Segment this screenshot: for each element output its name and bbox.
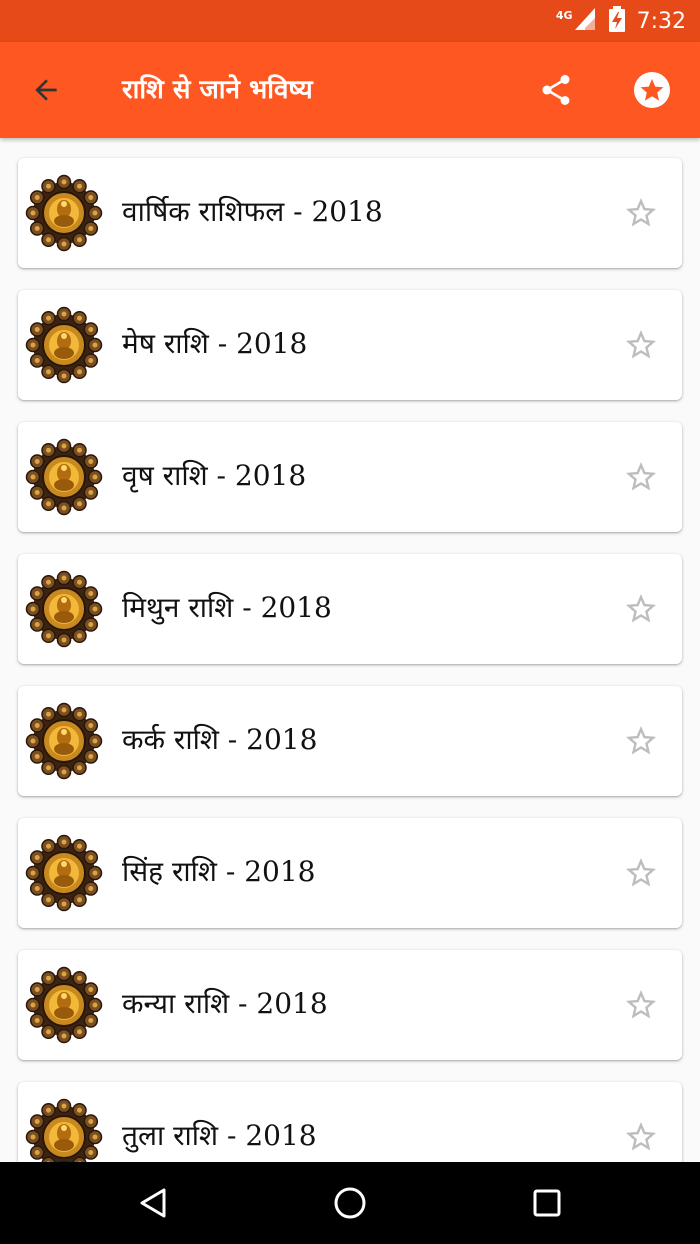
list-item-label: वार्षिक राशिफल - 2018	[122, 195, 383, 228]
share-icon[interactable]	[536, 70, 576, 110]
list-item[interactable]: मिथुन राशि - 2018	[18, 554, 682, 664]
zodiac-wheel-icon	[24, 437, 104, 517]
zodiac-wheel-icon	[24, 965, 104, 1045]
list-item-label: मेष राशि - 2018	[122, 327, 308, 360]
star-outline-icon[interactable]	[622, 1118, 660, 1156]
star-outline-icon[interactable]	[622, 458, 660, 496]
horoscope-list[interactable]: वार्षिक राशिफल - 2018 मेष राशि - 2018 वृ…	[0, 138, 700, 1162]
star-outline-icon[interactable]	[622, 590, 660, 628]
app-bar: राशि से जाने भविष्य	[0, 42, 700, 138]
star-outline-icon[interactable]	[622, 854, 660, 892]
zodiac-wheel-icon	[24, 173, 104, 253]
list-item-label: कन्या राशि - 2018	[122, 987, 328, 1020]
list-item[interactable]: सिंह राशि - 2018	[18, 818, 682, 928]
nav-recents-square-icon[interactable]	[527, 1183, 567, 1223]
arrow-back-icon[interactable]	[28, 72, 64, 108]
zodiac-wheel-icon	[24, 701, 104, 781]
clock: 7:32	[636, 8, 686, 34]
list-item[interactable]: कन्या राशि - 2018	[18, 950, 682, 1060]
zodiac-wheel-icon	[24, 569, 104, 649]
zodiac-wheel-icon	[24, 1097, 104, 1162]
list-item-label: कर्क राशि - 2018	[122, 723, 318, 756]
signal-icon	[574, 8, 595, 34]
system-nav-bar	[0, 1162, 700, 1244]
network-type: 4G	[555, 8, 573, 22]
list-item-label: सिंह राशि - 2018	[122, 855, 316, 888]
star-outline-icon[interactable]	[622, 986, 660, 1024]
list-item[interactable]: तुला राशि - 2018	[18, 1082, 682, 1162]
star-circle-icon[interactable]	[630, 68, 674, 112]
list-item-label: मिथुन राशि - 2018	[122, 591, 332, 624]
list-item[interactable]: वृष राशि - 2018	[18, 422, 682, 532]
battery-charging-icon	[608, 6, 625, 36]
star-outline-icon[interactable]	[622, 194, 660, 232]
list-item[interactable]: वार्षिक राशिफल - 2018	[18, 158, 682, 268]
nav-home-circle-icon[interactable]	[330, 1183, 370, 1223]
zodiac-wheel-icon	[24, 305, 104, 385]
zodiac-wheel-icon	[24, 833, 104, 913]
list-item-label: तुला राशि - 2018	[122, 1119, 317, 1152]
list-item[interactable]: कर्क राशि - 2018	[18, 686, 682, 796]
nav-back-triangle-icon[interactable]	[133, 1183, 173, 1223]
status-bar: 4G 7:32	[0, 0, 700, 42]
list-item[interactable]: मेष राशि - 2018	[18, 290, 682, 400]
list-item-label: वृष राशि - 2018	[122, 459, 307, 492]
page-title: राशि से जाने भविष्य	[122, 75, 313, 105]
star-outline-icon[interactable]	[622, 326, 660, 364]
star-outline-icon[interactable]	[622, 722, 660, 760]
